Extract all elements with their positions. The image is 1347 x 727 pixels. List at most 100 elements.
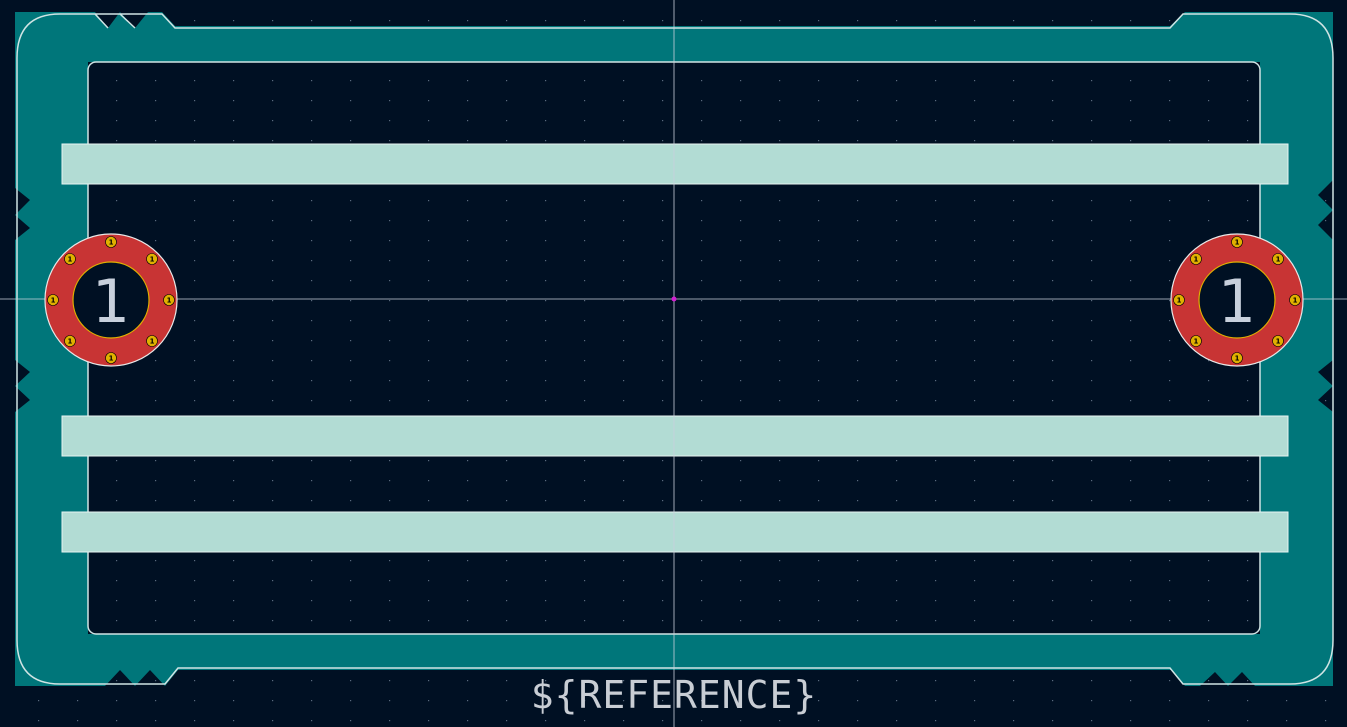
grid-dot <box>701 140 703 142</box>
grid-dot <box>935 460 937 462</box>
grid-dot <box>857 120 859 122</box>
grid-dot <box>545 140 547 142</box>
grid-dot <box>389 620 391 622</box>
grid-dot <box>272 700 274 702</box>
grid-dot <box>1169 580 1171 582</box>
grid-dot <box>896 320 898 322</box>
grid-dot <box>350 620 352 622</box>
grid-dot <box>857 360 859 362</box>
grid-dot <box>1169 460 1171 462</box>
grid-dot <box>155 600 157 602</box>
grid-dot <box>1208 100 1210 102</box>
grid-dot <box>350 680 352 682</box>
grid-dot <box>1169 600 1171 602</box>
silk-bar-top <box>61 143 1289 185</box>
grid-dot <box>857 620 859 622</box>
grid-dot <box>857 700 859 702</box>
grid-dot <box>155 620 157 622</box>
pad-left[interactable]: 1 1 1 1 1 1 1 1 1 <box>44 233 178 367</box>
grid-dot <box>896 200 898 202</box>
grid-dot <box>428 280 430 282</box>
grid-dot <box>272 380 274 382</box>
grid-dot <box>1013 260 1015 262</box>
grid-dot <box>389 460 391 462</box>
grid-dot <box>1208 400 1210 402</box>
grid-dot <box>1169 220 1171 222</box>
grid-dot <box>1325 200 1327 202</box>
grid-dot <box>389 280 391 282</box>
grid-dot <box>974 20 976 22</box>
grid-dot <box>272 500 274 502</box>
grid-dot <box>662 20 664 22</box>
grid-dot <box>740 280 742 282</box>
grid-dot <box>1130 20 1132 22</box>
grid-dot <box>155 80 157 82</box>
grid-dot <box>38 700 40 702</box>
grid-dot <box>779 380 781 382</box>
grid-dot <box>779 560 781 562</box>
grid-dot <box>506 240 508 242</box>
grid-dot <box>311 700 313 702</box>
grid-dot <box>779 500 781 502</box>
via-number: 1 <box>109 239 114 247</box>
grid-dot <box>155 480 157 482</box>
grid-dot <box>350 380 352 382</box>
grid-dot <box>779 280 781 282</box>
grid-dot <box>155 380 157 382</box>
grid-dot <box>194 700 196 702</box>
grid-dot <box>779 80 781 82</box>
grid-dot <box>1091 460 1093 462</box>
grid-dot <box>194 720 196 722</box>
grid-dot <box>974 400 976 402</box>
grid-dot <box>584 80 586 82</box>
grid-dot <box>506 480 508 482</box>
grid-dot <box>1169 260 1171 262</box>
grid-dot <box>935 500 937 502</box>
grid-dot <box>584 200 586 202</box>
grid-dot <box>155 240 157 242</box>
grid-dot <box>662 380 664 382</box>
grid-dot <box>1130 100 1132 102</box>
grid-dot <box>1052 480 1054 482</box>
grid-dot <box>896 80 898 82</box>
grid-dot <box>935 400 937 402</box>
grid-dot <box>272 140 274 142</box>
grid-dot <box>1169 720 1171 722</box>
grid-dot <box>623 620 625 622</box>
grid-dot <box>1247 140 1249 142</box>
grid-dot <box>194 620 196 622</box>
grid-dot <box>545 320 547 322</box>
grid-dot <box>350 320 352 322</box>
grid-dot <box>1013 340 1015 342</box>
pcb-canvas[interactable]: 1 1 1 1 1 1 1 1 1 1 1 1 1 1 1 1 1 1 ${REFERENCE} <box>0 0 1347 727</box>
grid-dot <box>272 120 274 122</box>
grid-dot <box>935 620 937 622</box>
grid-dot <box>311 120 313 122</box>
grid-dot <box>545 100 547 102</box>
grid-dot <box>194 260 196 262</box>
grid-dot <box>77 720 79 722</box>
grid-dot <box>467 480 469 482</box>
grid-dot <box>701 300 703 302</box>
grid-dot <box>1208 720 1210 722</box>
grid-dot <box>233 220 235 222</box>
grid-dot <box>350 100 352 102</box>
grid-dot <box>1130 300 1132 302</box>
grid-dot <box>1208 120 1210 122</box>
grid-dot <box>1013 140 1015 142</box>
grid-dot <box>1091 560 1093 562</box>
grid-dot <box>233 380 235 382</box>
grid-dot <box>701 20 703 22</box>
grid-dot <box>233 320 235 322</box>
grid-dot <box>1169 620 1171 622</box>
grid-dot <box>818 400 820 402</box>
grid-dot <box>311 140 313 142</box>
grid-dot <box>818 720 820 722</box>
grid-dot <box>1013 680 1015 682</box>
pad-right[interactable]: 1 1 1 1 1 1 1 1 1 <box>1170 233 1304 367</box>
grid-dot <box>623 340 625 342</box>
grid-dot <box>1247 400 1249 402</box>
grid-dot <box>896 300 898 302</box>
grid-dot <box>1091 20 1093 22</box>
grid-dot <box>194 20 196 22</box>
